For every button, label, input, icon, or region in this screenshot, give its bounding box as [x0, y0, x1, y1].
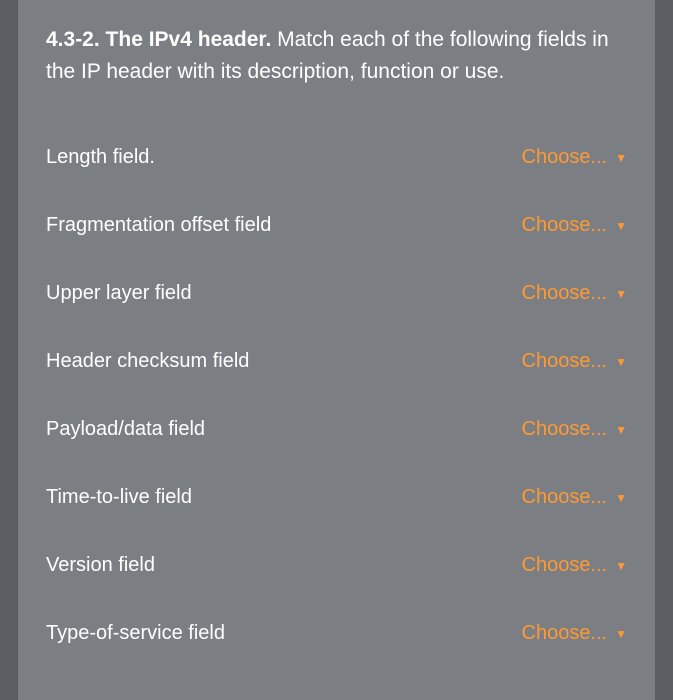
choose-label: Choose... [522, 146, 608, 169]
field-label: Fragmentation offset field [46, 214, 271, 237]
choose-dropdown[interactable]: Choose... ▼ [522, 622, 628, 645]
match-row: Type-of-service field Choose... ▼ [46, 599, 627, 667]
field-label: Payload/data field [46, 418, 205, 441]
choose-dropdown[interactable]: Choose... ▼ [522, 350, 628, 373]
field-label: Upper layer field [46, 282, 192, 305]
field-label: Version field [46, 554, 155, 577]
choose-label: Choose... [522, 282, 608, 305]
question-heading: 4.3-2. The IPv4 header. Match each of th… [46, 24, 627, 87]
chevron-down-icon: ▼ [615, 355, 627, 369]
field-label: Type-of-service field [46, 622, 225, 645]
choose-label: Choose... [522, 486, 608, 509]
match-row: Length field. Choose... ▼ [46, 123, 627, 191]
chevron-down-icon: ▼ [615, 151, 627, 165]
match-row: Version field Choose... ▼ [46, 531, 627, 599]
match-row: Fragmentation offset field Choose... ▼ [46, 191, 627, 259]
chevron-down-icon: ▼ [615, 627, 627, 641]
match-row: Payload/data field Choose... ▼ [46, 395, 627, 463]
question-panel: 4.3-2. The IPv4 header. Match each of th… [18, 0, 655, 700]
chevron-down-icon: ▼ [615, 219, 627, 233]
chevron-down-icon: ▼ [615, 491, 627, 505]
field-label: Time-to-live field [46, 486, 192, 509]
choose-label: Choose... [522, 350, 608, 373]
choose-dropdown[interactable]: Choose... ▼ [522, 282, 628, 305]
choose-label: Choose... [522, 622, 608, 645]
choose-label: Choose... [522, 214, 608, 237]
match-row: Time-to-live field Choose... ▼ [46, 463, 627, 531]
choose-label: Choose... [522, 418, 608, 441]
chevron-down-icon: ▼ [615, 423, 627, 437]
choose-dropdown[interactable]: Choose... ▼ [522, 486, 628, 509]
choose-dropdown[interactable]: Choose... ▼ [522, 146, 628, 169]
choose-dropdown[interactable]: Choose... ▼ [522, 214, 628, 237]
chevron-down-icon: ▼ [615, 559, 627, 573]
field-label: Length field. [46, 146, 155, 169]
match-row: Header checksum field Choose... ▼ [46, 327, 627, 395]
choose-dropdown[interactable]: Choose... ▼ [522, 554, 628, 577]
question-number-title: 4.3-2. The IPv4 header. [46, 28, 271, 51]
match-row: Upper layer field Choose... ▼ [46, 259, 627, 327]
choose-dropdown[interactable]: Choose... ▼ [522, 418, 628, 441]
chevron-down-icon: ▼ [615, 287, 627, 301]
choose-label: Choose... [522, 554, 608, 577]
field-label: Header checksum field [46, 350, 249, 373]
app-frame: 4.3-2. The IPv4 header. Match each of th… [0, 0, 673, 700]
